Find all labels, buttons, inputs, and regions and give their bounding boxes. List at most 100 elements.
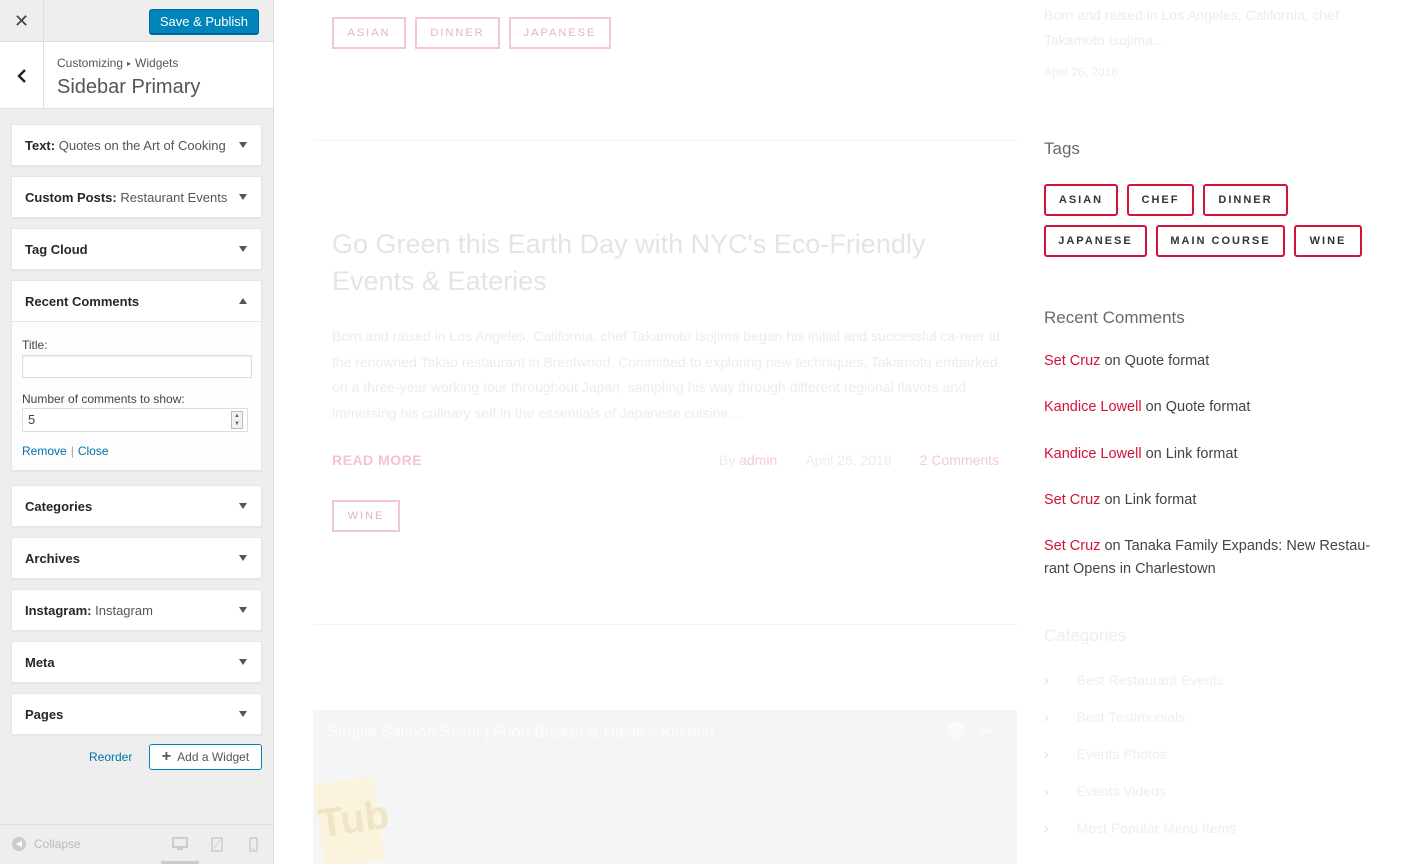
tag-dinner-faded[interactable]: DINNER [415, 17, 500, 49]
widget-header[interactable]: Custom Posts: Restaurant Events [12, 177, 261, 217]
comment-post-link[interactable]: Link format [1166, 446, 1238, 462]
number-of-comments-input[interactable]: 5 ▲ ▼ [22, 408, 248, 432]
widget-type: Instagram [25, 602, 88, 618]
video-embed[interactable]: Tub Simple Salmon Sushi | Food Busker & … [313, 710, 1017, 864]
category-item[interactable]: › Events Photos [1044, 746, 1167, 762]
post-meta: By admin April 26, 2016 2 Comments [719, 452, 999, 468]
post-author-link[interactable]: admin [739, 452, 777, 468]
arrow-down-icon[interactable] [239, 194, 247, 200]
widget-header[interactable]: Tag Cloud [12, 229, 261, 269]
widget-header[interactable]: Instagram: Instagram [12, 590, 261, 630]
tablet-preview-icon[interactable] [211, 837, 223, 852]
tag-asian[interactable]: ASIAN [1044, 184, 1118, 216]
arrow-down-icon[interactable] [239, 555, 247, 561]
breadcrumb-separator-icon: ▸ [127, 59, 132, 68]
widget-type: Tag Cloud [25, 241, 88, 257]
widget-meta: Meta [11, 641, 262, 683]
widget-header[interactable]: Pages [12, 694, 261, 734]
comment-author-link[interactable]: Set Cruz [1044, 538, 1100, 554]
chevron-right-icon: › [1044, 709, 1049, 725]
breadcrumb: Customizing ▸ Widgets [57, 56, 178, 70]
widget-header[interactable]: Archives [12, 538, 261, 578]
widget-header[interactable]: Recent Comments [12, 281, 261, 321]
collapse-label: Collapse [34, 837, 81, 851]
comment-author-link[interactable]: Kandice Lowell [1044, 399, 1142, 415]
comment-author-link[interactable]: Set Cruz [1044, 492, 1100, 508]
categories-heading: Categories [1044, 626, 1127, 645]
number-label: Number of comments to show: [22, 392, 185, 406]
arrow-down-icon[interactable] [239, 711, 247, 717]
comment-item: Set Cruz on Link format [1044, 489, 1374, 512]
desktop-preview-icon[interactable] [172, 837, 188, 851]
by-label: By [718, 452, 736, 468]
arrow-down-icon[interactable] [239, 503, 247, 509]
share-icon[interactable]: ➦ [980, 721, 995, 742]
read-more-link[interactable]: READ MORE [332, 452, 422, 468]
arrow-up-icon[interactable] [239, 298, 247, 304]
customizer-header: ✕ Save & Publish [0, 0, 273, 42]
category-label: Best Restaurant Events [1076, 672, 1224, 688]
widget-header[interactable]: Meta [12, 642, 261, 682]
category-item[interactable]: › Best Testimonials [1044, 709, 1185, 725]
chevron-right-icon: › [1044, 746, 1049, 762]
widget-categories: Categories [11, 485, 262, 527]
comment-post-link[interactable]: Link format [1125, 492, 1197, 508]
comment-post-link[interactable]: Quote format [1125, 353, 1210, 369]
widget-header[interactable]: Categories [12, 486, 261, 526]
widget-tag-cloud: Tag Cloud [11, 228, 262, 270]
widget-header[interactable]: Text: Quotes on the Art of Cooking [12, 125, 261, 165]
video-title[interactable]: Simple Salmon Sushi | Food Busker & Hast… [328, 724, 714, 742]
chevron-right-icon: › [1044, 783, 1049, 799]
post-title[interactable]: Go Green this Earth Day with NYC's Eco-F… [332, 226, 1012, 300]
reorder-link[interactable]: Reorder [89, 750, 132, 764]
save-publish-button[interactable]: Save & Publish [148, 9, 259, 34]
widget-type: Archives [25, 550, 80, 566]
section-title: Sidebar Primary [57, 76, 201, 98]
widget-title: Restaurant Events [120, 189, 228, 205]
tag-dinner[interactable]: DINNER [1203, 184, 1288, 216]
chevron-left-icon [16, 68, 26, 83]
arrow-down-icon[interactable] [239, 246, 247, 252]
comment-post-link[interactable]: Quote format [1166, 399, 1251, 415]
comment-item: Kandice Lowell on Quote format [1044, 396, 1374, 419]
comment-author-link[interactable]: Set Cruz [1044, 353, 1100, 369]
collapse-button[interactable]: ◀ Collapse [12, 837, 81, 851]
tag-main-course[interactable]: MAIN COURSE [1156, 225, 1285, 257]
tag-wine-faded[interactable]: WINE [332, 500, 400, 532]
back-button[interactable] [0, 42, 44, 109]
tag-asian-faded[interactable]: ASIAN [332, 17, 406, 49]
post-divider [313, 624, 1017, 625]
tag-chef[interactable]: CHEF [1127, 184, 1194, 216]
category-item[interactable]: › Most Popular Menu Items [1044, 820, 1236, 836]
arrow-down-icon[interactable] [239, 659, 247, 665]
add-widget-label: Add a Widget [177, 750, 250, 764]
close-customizer-button[interactable]: ✕ [0, 0, 44, 42]
arrow-down-icon[interactable] [239, 142, 247, 148]
spinner-icon[interactable]: ▲ ▼ [231, 411, 243, 429]
comment-item: Set Cruz on Quote format [1044, 350, 1374, 373]
category-label: Most Popular Menu Items [1076, 820, 1237, 836]
recent-comments-heading: Recent Comments [1044, 308, 1185, 327]
title-input[interactable] [22, 355, 252, 378]
category-item[interactable]: › Best Restaurant Events [1044, 672, 1224, 688]
close-link[interactable]: Close [78, 444, 109, 458]
comment-on: on [1145, 446, 1162, 462]
category-item[interactable]: › Events Videos [1044, 783, 1166, 799]
mobile-preview-icon[interactable] [249, 837, 258, 852]
add-widget-button[interactable]: + Add a Widget [149, 744, 262, 770]
post-excerpt: Born and raised in Los Angeles, Californ… [332, 328, 1001, 421]
remove-link[interactable]: Remove [22, 444, 67, 458]
post-comments-link[interactable]: 2 Comments [920, 452, 999, 468]
tag-wine[interactable]: WINE [1294, 225, 1362, 257]
comment-author-link[interactable]: Kandice Lowell [1044, 446, 1142, 462]
watch-later-icon[interactable] [947, 722, 965, 740]
widget-title: Quotes on the Art of Cooking [58, 137, 226, 153]
customizer-footer: ◀ Collapse [0, 824, 273, 864]
arrow-down-icon[interactable] [239, 607, 247, 613]
tag-japanese[interactable]: JAPANESE [1044, 225, 1147, 257]
widget-text: Text: Quotes on the Art of Cooking [11, 124, 262, 166]
widget-type: Custom Posts [25, 189, 113, 205]
widget-pages: Pages [11, 693, 262, 735]
category-label: Events Videos [1076, 783, 1166, 799]
tag-japanese-faded[interactable]: JAPANESE [509, 17, 611, 49]
